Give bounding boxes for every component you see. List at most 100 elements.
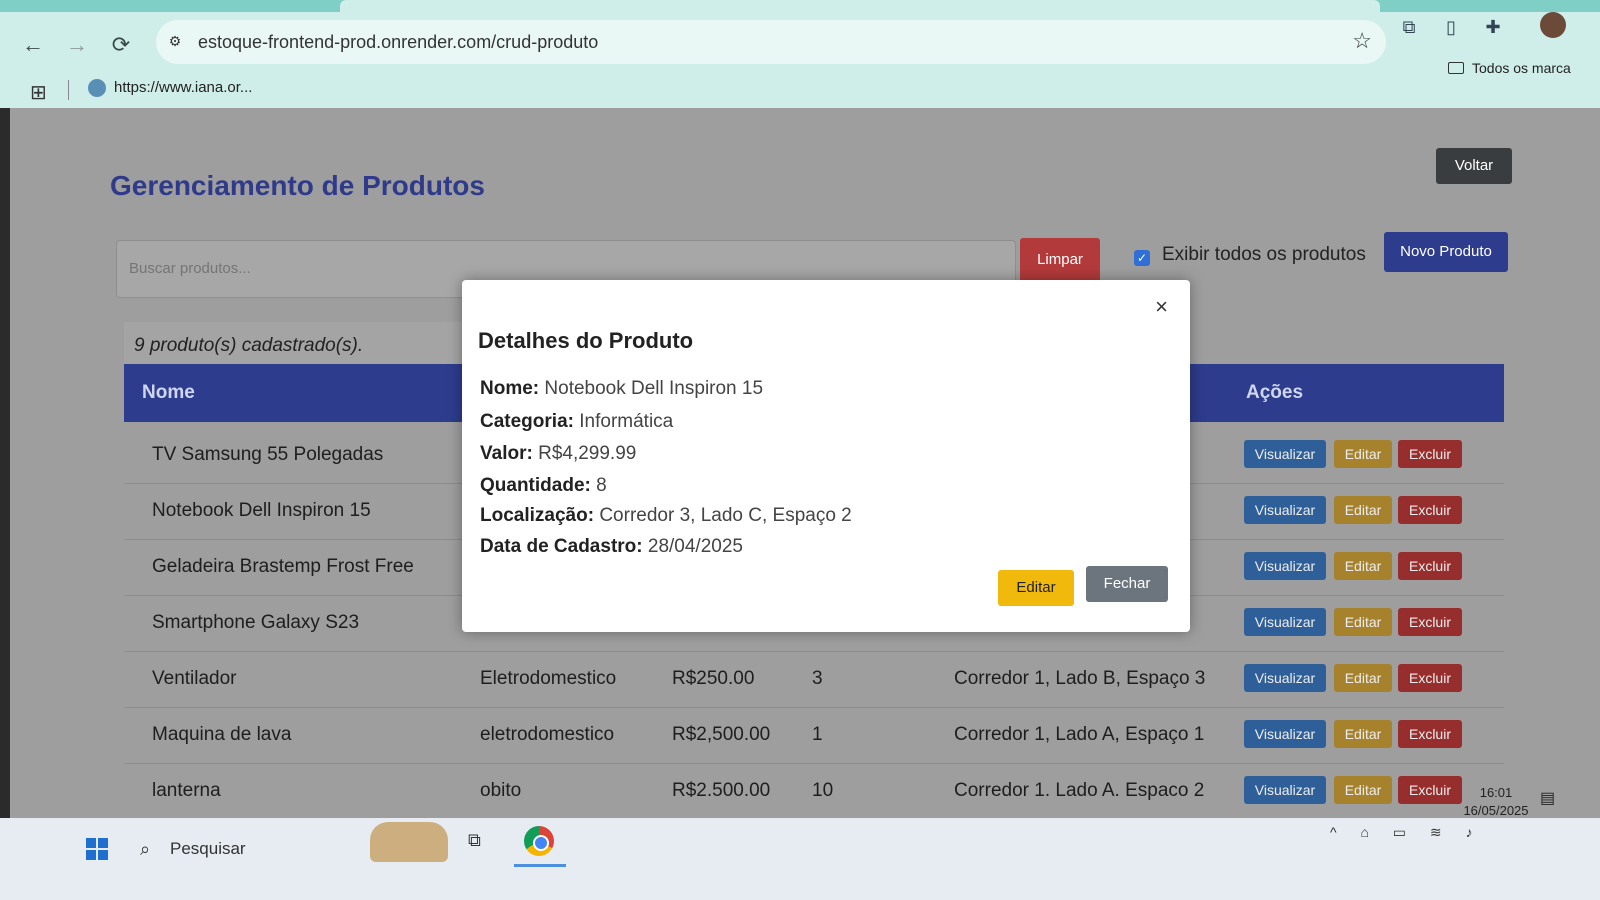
- bookmark-star-icon[interactable]: ☆: [1352, 28, 1372, 54]
- view-button[interactable]: Visualizar: [1244, 440, 1326, 468]
- table-row: lanterna obito R$2.500.00 10 Corredor 1. Lad…: [124, 764, 1504, 820]
- task-view-icon[interactable]: ⧉: [468, 830, 481, 851]
- cell-category: eletrodomestico: [480, 724, 615, 745]
- detail-value: Informática: [579, 411, 674, 432]
- folder-icon: [1448, 62, 1464, 74]
- modal-close-button[interactable]: Fechar: [1086, 566, 1168, 602]
- delete-button[interactable]: Excluir: [1398, 720, 1462, 748]
- detail-value: R$4,299.99: [538, 443, 637, 464]
- system-tray[interactable]: ^ ⌂ ▭ ≋ ♪: [1330, 824, 1483, 841]
- close-icon[interactable]: ×: [1155, 294, 1168, 320]
- table-row: Ventilador Eletrodomestico R$250.00 3 Corred…: [124, 652, 1504, 708]
- cell-location: Corredor 1. Lado A. Espaco 2: [954, 780, 1205, 801]
- bookmark-iana[interactable]: https://www.iana.or...: [88, 79, 253, 98]
- forward-icon[interactable]: →: [62, 30, 92, 60]
- translate-icon[interactable]: ⧉: [1396, 14, 1422, 40]
- detail-value: 28/04/2025: [647, 536, 743, 557]
- globe-icon: [88, 79, 106, 98]
- browser-chrome: ← → ⟳ ⚙ estoque-frontend-prod.onrender.c…: [0, 0, 1600, 108]
- edit-button[interactable]: Editar: [1334, 776, 1392, 804]
- search-icon: ⌕: [140, 839, 151, 859]
- detail-label: Localização:: [480, 505, 595, 526]
- detail-quantidade: Quantidade: 8: [480, 475, 607, 497]
- delete-button[interactable]: Excluir: [1398, 496, 1462, 524]
- cell-quantity: 1: [812, 724, 823, 745]
- detail-categoria: Categoria: Informática: [480, 411, 673, 433]
- url-text[interactable]: estoque-frontend-prod.onrender.com/crud-…: [198, 32, 598, 53]
- detail-label: Valor:: [480, 443, 533, 464]
- column-actions: Ações: [1246, 382, 1304, 403]
- active-app-indicator: [514, 864, 566, 867]
- extensions-icon[interactable]: ✚: [1480, 14, 1506, 40]
- notification-icon[interactable]: ▤: [1540, 788, 1555, 808]
- edit-button[interactable]: Editar: [1334, 608, 1392, 636]
- delete-button[interactable]: Excluir: [1398, 664, 1462, 692]
- new-product-button[interactable]: Novo Produto: [1384, 232, 1508, 272]
- detail-value: Corredor 3, Lado C, Espaço 2: [599, 505, 852, 526]
- cell-name: Geladeira Brastemp Frost Free: [152, 556, 414, 577]
- address-bar[interactable]: ⚙ estoque-frontend-prod.onrender.com/cru…: [156, 20, 1386, 64]
- detail-data: Data de Cadastro: 28/04/2025: [480, 536, 743, 558]
- product-count: 9 produto(s) cadastrado(s).: [124, 322, 504, 370]
- delete-button[interactable]: Excluir: [1398, 776, 1462, 804]
- cell-name: Maquina de lava: [152, 724, 292, 745]
- profile-avatar[interactable]: [1540, 12, 1566, 38]
- show-all-checkbox[interactable]: ✓: [1134, 250, 1150, 266]
- cell-category: Eletrodomestico: [480, 668, 617, 689]
- all-bookmarks[interactable]: Todos os marca: [1448, 60, 1571, 76]
- reload-icon[interactable]: ⟳: [106, 30, 136, 60]
- cell-name: Notebook Dell Inspiron 15: [152, 500, 371, 521]
- search-highlight-image[interactable]: [370, 822, 448, 862]
- windows-start-icon[interactable]: [86, 838, 108, 860]
- view-button[interactable]: Visualizar: [1244, 552, 1326, 580]
- taskbar-search-label: Pesquisar: [170, 839, 246, 858]
- edit-button[interactable]: Editar: [1334, 552, 1392, 580]
- back-button[interactable]: Voltar: [1436, 148, 1512, 184]
- all-bookmarks-label: Todos os marca: [1472, 60, 1571, 76]
- clock[interactable]: 16:01 16/05/2025: [1456, 784, 1536, 820]
- detail-label: Data de Cadastro:: [480, 536, 643, 557]
- cell-quantity: 3: [812, 668, 823, 689]
- view-button[interactable]: Visualizar: [1244, 720, 1326, 748]
- bookmark-divider: [68, 80, 69, 100]
- edit-button[interactable]: Editar: [1334, 496, 1392, 524]
- cell-quantity: 10: [812, 780, 834, 801]
- tab-strip: [0, 0, 1600, 12]
- cell-name: lanterna: [152, 780, 221, 801]
- chrome-icon[interactable]: [524, 826, 554, 856]
- detail-label: Categoria:: [480, 411, 574, 432]
- edit-button[interactable]: Editar: [1334, 440, 1392, 468]
- table-row: Maquina de lava eletrodomestico R$2,500.00…: [124, 708, 1504, 764]
- delete-button[interactable]: Excluir: [1398, 608, 1462, 636]
- detail-label: Nome:: [480, 378, 540, 399]
- modal-edit-button[interactable]: Editar: [998, 570, 1074, 606]
- back-icon[interactable]: ←: [18, 30, 48, 60]
- page-title: Gerenciamento de Produtos: [110, 170, 485, 201]
- modal-title: Detalhes do Produto: [478, 328, 694, 353]
- column-name: Nome: [142, 382, 195, 403]
- edit-button[interactable]: Editar: [1334, 664, 1392, 692]
- view-button[interactable]: Visualizar: [1244, 608, 1326, 636]
- detail-valor: Valor: R$4,299.99: [480, 443, 636, 465]
- delete-button[interactable]: Excluir: [1398, 552, 1462, 580]
- screen: ← → ⟳ ⚙ estoque-frontend-prod.onrender.c…: [0, 0, 1600, 900]
- view-button[interactable]: Visualizar: [1244, 776, 1326, 804]
- detail-value: 8: [596, 475, 607, 496]
- bookmark-label: https://www.iana.or...: [114, 79, 253, 96]
- cell-category: obito: [480, 780, 522, 801]
- delete-button[interactable]: Excluir: [1398, 440, 1462, 468]
- view-button[interactable]: Visualizar: [1244, 664, 1326, 692]
- active-tab[interactable]: [340, 0, 1380, 12]
- taskbar: ⌕ Pesquisar ⧉ ^ ⌂ ▭ ≋ ♪ 16:01 16/05/2025 …: [0, 785, 1600, 900]
- cell-name: TV Samsung 55 Polegadas: [152, 444, 384, 465]
- view-button[interactable]: Visualizar: [1244, 496, 1326, 524]
- show-all-label[interactable]: Exibir todos os produtos: [1162, 244, 1366, 266]
- product-details-modal: × Detalhes do Produto Nome: Notebook Del…: [462, 280, 1190, 632]
- detail-label: Quantidade:: [480, 475, 591, 496]
- detail-value: Notebook Dell Inspiron 15: [544, 378, 764, 399]
- edit-button[interactable]: Editar: [1334, 720, 1392, 748]
- clear-button[interactable]: Limpar: [1020, 238, 1100, 282]
- reading-list-icon[interactable]: ▯: [1438, 14, 1464, 40]
- apps-grid-icon[interactable]: ⊞: [30, 80, 47, 105]
- site-settings-icon[interactable]: ⚙: [166, 32, 184, 50]
